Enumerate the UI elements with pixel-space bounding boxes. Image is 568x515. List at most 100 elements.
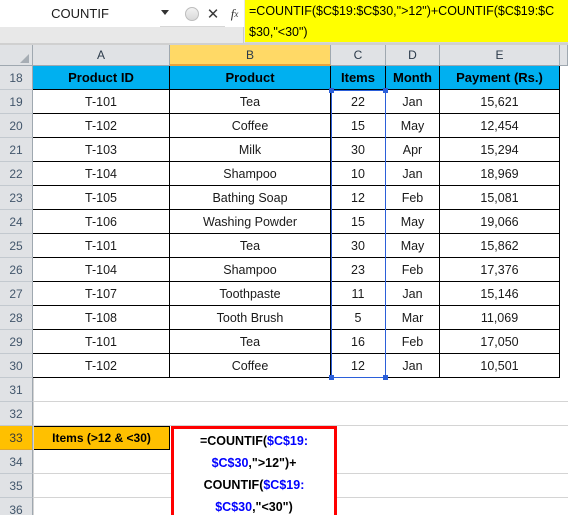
row-header-30[interactable]: 30 bbox=[0, 354, 33, 378]
row-header-26[interactable]: 26 bbox=[0, 258, 33, 282]
row-header-29[interactable]: 29 bbox=[0, 330, 33, 354]
column-header-f[interactable] bbox=[560, 45, 568, 66]
table-cell-product_id[interactable]: T-101 bbox=[33, 330, 170, 354]
table-cell-product[interactable]: Coffee bbox=[170, 114, 331, 138]
row-header-34[interactable]: 34 bbox=[0, 450, 33, 474]
column-header-a[interactable]: A bbox=[33, 45, 170, 66]
table-cell-payment[interactable]: 17,376 bbox=[440, 258, 560, 282]
table-cell-payment[interactable]: 12,454 bbox=[440, 114, 560, 138]
column-header-d[interactable]: D bbox=[386, 45, 440, 66]
column-header-e[interactable]: E bbox=[440, 45, 560, 66]
table-header-cell[interactable]: Payment (Rs.) bbox=[440, 66, 560, 90]
table-cell-month[interactable]: Jan bbox=[386, 282, 440, 306]
table-cell-items[interactable]: 15 bbox=[331, 210, 386, 234]
table-cell-product[interactable]: Toothpaste bbox=[170, 282, 331, 306]
selection-handle[interactable] bbox=[383, 88, 388, 93]
table-cell-product[interactable]: Tooth Brush bbox=[170, 306, 331, 330]
table-cell-items[interactable]: 10 bbox=[331, 162, 386, 186]
insert-function-icon[interactable]: fx bbox=[225, 0, 244, 27]
table-cell-items[interactable]: 23 bbox=[331, 258, 386, 282]
table-header-cell[interactable]: Product ID bbox=[33, 66, 170, 90]
table-cell-items[interactable]: 5 bbox=[331, 306, 386, 330]
table-cell-product[interactable]: Coffee bbox=[170, 354, 331, 378]
table-cell-product[interactable]: Bathing Soap bbox=[170, 186, 331, 210]
table-cell-product_id[interactable]: T-103 bbox=[33, 138, 170, 162]
table-cell-product_id[interactable]: T-106 bbox=[33, 210, 170, 234]
column-header-b[interactable]: B bbox=[170, 45, 331, 66]
table-cell-product_id[interactable]: T-104 bbox=[33, 258, 170, 282]
table-cell-items[interactable]: 30 bbox=[331, 138, 386, 162]
table-cell-product[interactable]: Washing Powder bbox=[170, 210, 331, 234]
table-cell-product_id[interactable]: T-104 bbox=[33, 162, 170, 186]
table-cell-items[interactable]: 12 bbox=[331, 186, 386, 210]
table-cell-product_id[interactable]: T-108 bbox=[33, 306, 170, 330]
selection-handle[interactable] bbox=[329, 375, 334, 380]
table-cell-product_id[interactable]: T-101 bbox=[33, 234, 170, 258]
table-cell-product_id[interactable]: T-102 bbox=[33, 354, 170, 378]
table-cell-payment[interactable]: 15,294 bbox=[440, 138, 560, 162]
table-cell-payment[interactable]: 15,081 bbox=[440, 186, 560, 210]
table-header-cell[interactable]: Items bbox=[331, 66, 386, 90]
table-cell-payment[interactable]: 17,050 bbox=[440, 330, 560, 354]
column-header-c[interactable]: C bbox=[331, 45, 386, 66]
selection-handle[interactable] bbox=[383, 375, 388, 380]
row-header-18[interactable]: 18 bbox=[0, 66, 33, 90]
table-cell-payment[interactable]: 15,621 bbox=[440, 90, 560, 114]
result-label-cell[interactable]: Items (>12 & <30) bbox=[33, 426, 170, 450]
table-cell-product[interactable]: Shampoo bbox=[170, 258, 331, 282]
table-header-cell[interactable]: Month bbox=[386, 66, 440, 90]
table-cell-items[interactable]: 30 bbox=[331, 234, 386, 258]
table-cell-month[interactable]: Mar bbox=[386, 306, 440, 330]
row-header-33[interactable]: 33 bbox=[0, 426, 33, 450]
table-cell-items[interactable]: 11 bbox=[331, 282, 386, 306]
table-cell-product_id[interactable]: T-105 bbox=[33, 186, 170, 210]
row-header-32[interactable]: 32 bbox=[0, 402, 33, 426]
table-cell-month[interactable]: May bbox=[386, 234, 440, 258]
chevron-down-icon[interactable] bbox=[161, 10, 169, 15]
row-header-35[interactable]: 35 bbox=[0, 474, 33, 498]
table-cell-month[interactable]: May bbox=[386, 114, 440, 138]
table-cell-items[interactable]: 15 bbox=[331, 114, 386, 138]
table-cell-items[interactable]: 16 bbox=[331, 330, 386, 354]
table-cell-month[interactable]: Feb bbox=[386, 186, 440, 210]
table-cell-product[interactable]: Tea bbox=[170, 234, 331, 258]
table-cell-month[interactable]: Jan bbox=[386, 162, 440, 186]
row-header-28[interactable]: 28 bbox=[0, 306, 33, 330]
row-header-27[interactable]: 27 bbox=[0, 282, 33, 306]
table-cell-product[interactable]: Tea bbox=[170, 90, 331, 114]
table-header-cell[interactable]: Product bbox=[170, 66, 331, 90]
table-cell-items[interactable]: 12 bbox=[331, 354, 386, 378]
table-cell-month[interactable]: May bbox=[386, 210, 440, 234]
table-cell-payment[interactable]: 10,501 bbox=[440, 354, 560, 378]
table-cell-month[interactable]: Feb bbox=[386, 258, 440, 282]
table-cell-payment[interactable]: 15,862 bbox=[440, 234, 560, 258]
name-box[interactable]: COUNTIF bbox=[0, 0, 160, 27]
row-header-22[interactable]: 22 bbox=[0, 162, 33, 186]
table-cell-month[interactable]: Feb bbox=[386, 330, 440, 354]
row-header-31[interactable]: 31 bbox=[0, 378, 33, 402]
table-cell-payment[interactable]: 15,146 bbox=[440, 282, 560, 306]
table-cell-payment[interactable]: 18,969 bbox=[440, 162, 560, 186]
row-header-23[interactable]: 23 bbox=[0, 186, 33, 210]
row-header-24[interactable]: 24 bbox=[0, 210, 33, 234]
cancel-icon[interactable]: ✕ bbox=[203, 4, 223, 24]
table-cell-product_id[interactable]: T-107 bbox=[33, 282, 170, 306]
table-cell-payment[interactable]: 19,066 bbox=[440, 210, 560, 234]
table-cell-payment[interactable]: 11,069 bbox=[440, 306, 560, 330]
table-cell-month[interactable]: Jan bbox=[386, 90, 440, 114]
row-header-20[interactable]: 20 bbox=[0, 114, 33, 138]
table-cell-product[interactable]: Milk bbox=[170, 138, 331, 162]
table-cell-items[interactable]: 22 bbox=[331, 90, 386, 114]
select-all-corner[interactable] bbox=[0, 45, 33, 66]
row-header-36[interactable]: 36 bbox=[0, 498, 33, 515]
row-header-19[interactable]: 19 bbox=[0, 90, 33, 114]
selection-handle[interactable] bbox=[329, 88, 334, 93]
row-header-21[interactable]: 21 bbox=[0, 138, 33, 162]
table-cell-product[interactable]: Tea bbox=[170, 330, 331, 354]
formula-input[interactable]: =COUNTIF($C$19:$C$30,">12")+COUNTIF($C$1… bbox=[245, 0, 568, 43]
table-cell-product[interactable]: Shampoo bbox=[170, 162, 331, 186]
table-cell-product_id[interactable]: T-101 bbox=[33, 90, 170, 114]
table-cell-product_id[interactable]: T-102 bbox=[33, 114, 170, 138]
table-cell-month[interactable]: Jan bbox=[386, 354, 440, 378]
table-cell-month[interactable]: Apr bbox=[386, 138, 440, 162]
